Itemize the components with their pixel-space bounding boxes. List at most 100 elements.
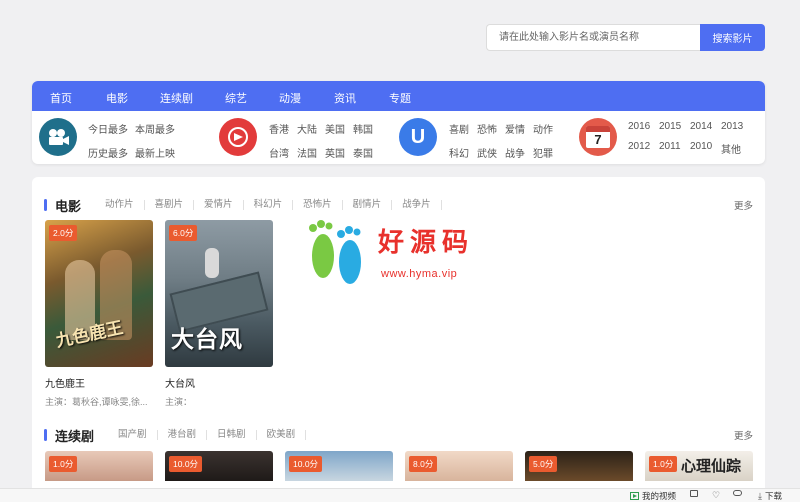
screenshot-icon	[690, 490, 698, 497]
section-tab[interactable]: 科幻片	[244, 200, 294, 210]
nav-variety[interactable]: 综艺	[225, 90, 247, 106]
cat-link[interactable]: 犯罪	[533, 145, 561, 160]
section-tab[interactable]: 港台剧	[158, 430, 208, 440]
search-button[interactable]: 搜索影片	[700, 24, 765, 51]
cat-link[interactable]: 2014	[690, 121, 721, 132]
cat-link[interactable]: 2016	[628, 121, 659, 132]
my-video-label: 我的视频	[642, 491, 677, 501]
score-badge: 8.0分	[409, 456, 438, 472]
score-badge: 2.0分	[49, 225, 78, 241]
browser-bottom-bar: 我的视频 ♡ ⤓ 下载	[0, 488, 800, 502]
gamepad-icon	[733, 490, 742, 496]
calendar-day: 7	[594, 132, 602, 147]
score-badge: 10.0分	[289, 456, 323, 472]
cat-link[interactable]: 2010	[690, 141, 721, 156]
nav-home[interactable]: 首页	[50, 90, 72, 106]
section-tab[interactable]: 日韩剧	[207, 430, 257, 440]
cat-link[interactable]: 2013	[721, 121, 752, 132]
series-poster[interactable]: 1.0分	[45, 451, 153, 481]
movie-poster[interactable]: 九色鹿王 2.0分	[45, 220, 153, 367]
cat-link[interactable]: 武侠	[477, 145, 505, 160]
cat-group-genre: 喜剧 恐怖 爱情 动作 科幻 武侠 战争 犯罪	[449, 121, 561, 160]
cat-group-year: 2016 2015 2014 2013 2012 2011 2010 其他	[628, 121, 752, 156]
section-tab[interactable]: 剧情片	[343, 200, 393, 210]
nav-topics[interactable]: 专题	[389, 90, 411, 106]
section-tab[interactable]: 欧美剧	[257, 430, 307, 440]
cat-link[interactable]: 香港	[269, 121, 297, 136]
section-tab[interactable]: 动作片	[95, 200, 145, 210]
cat-link[interactable]: 其他	[721, 141, 752, 156]
film-camera-icon	[39, 118, 77, 156]
cat-link[interactable]: 历史最多	[88, 145, 135, 160]
u-letter-icon: U	[399, 118, 437, 156]
download-button[interactable]: ⤓ 下载	[758, 490, 782, 502]
cat-link[interactable]: 战争	[505, 145, 533, 160]
download-icon: ⤓	[758, 491, 762, 501]
cat-link[interactable]: 科幻	[449, 145, 477, 160]
cat-link[interactable]: 2011	[659, 141, 690, 156]
main-nav: 首页 电影 连续剧 综艺 动漫 资讯 专题	[32, 81, 765, 111]
poster-title: 大台风	[171, 326, 243, 352]
cat-link[interactable]: 英国	[325, 145, 353, 160]
movie-poster[interactable]: 大台风 6.0分	[165, 220, 273, 367]
cat-link[interactable]: 大陆	[297, 121, 325, 136]
category-strip: 今日最多 本周最多 历史最多 最新上映 香港 大陆 美国 韩国 台湾 法国 英国…	[32, 111, 765, 164]
cat-link[interactable]: 爱情	[505, 121, 533, 136]
more-link[interactable]: 更多	[734, 428, 753, 442]
score-badge: 6.0分	[169, 225, 198, 241]
movie-title[interactable]: 大台风	[165, 375, 273, 390]
cat-link[interactable]: 最新上映	[135, 145, 182, 160]
movie-title[interactable]: 九色鹿王	[45, 375, 153, 390]
play-icon	[219, 118, 257, 156]
section-tab[interactable]: 爱情片	[194, 200, 244, 210]
section-tab[interactable]: 战争片	[392, 200, 442, 210]
nav-container: 首页 电影 连续剧 综艺 动漫 资讯 专题 今日最多 本周最多 历史最多 最新上…	[32, 81, 765, 164]
calendar-icon: 7	[579, 118, 617, 156]
section-tab[interactable]: 恐怖片	[293, 200, 343, 210]
nav-anime[interactable]: 动漫	[279, 90, 301, 106]
series-section-header: 连续剧 国产剧 港台剧 日韩剧 欧美剧 更多	[44, 425, 753, 445]
poster-title: 九色鹿王	[54, 318, 125, 352]
section-title: 连续剧	[55, 428, 95, 444]
game-button[interactable]	[733, 490, 742, 496]
cat-link[interactable]: 喜剧	[449, 121, 477, 136]
series-poster[interactable]: 10.0分	[285, 451, 393, 481]
poster-title: 心理仙踪	[681, 457, 742, 475]
series-poster[interactable]: 8.0分	[405, 451, 513, 481]
nav-news[interactable]: 资讯	[334, 90, 356, 106]
cat-link[interactable]: 美国	[325, 121, 353, 136]
score-badge: 1.0分	[49, 456, 78, 472]
cat-link[interactable]: 2015	[659, 121, 690, 132]
section-tab[interactable]: 喜剧片	[145, 200, 195, 210]
nav-series[interactable]: 连续剧	[160, 90, 193, 106]
cat-link[interactable]: 2012	[628, 141, 659, 156]
section-tab[interactable]: 国产剧	[108, 430, 158, 440]
section-marker	[44, 429, 47, 441]
cat-link[interactable]: 本周最多	[135, 121, 182, 136]
cat-group-region: 香港 大陆 美国 韩国 台湾 法国 英国 泰国	[269, 121, 381, 160]
screenshot-button[interactable]	[690, 490, 698, 497]
cat-link[interactable]: 动作	[533, 121, 561, 136]
movie-card[interactable]: 大台风 6.0分 大台风 主演：	[165, 220, 273, 408]
section-title: 电影	[55, 198, 82, 214]
my-video-button[interactable]: 我的视频	[630, 490, 676, 502]
footprints-logo	[309, 220, 361, 284]
more-link[interactable]: 更多	[734, 198, 753, 212]
series-poster[interactable]: 5.0分	[525, 451, 633, 481]
search-input[interactable]	[486, 24, 700, 51]
video-play-icon	[630, 492, 639, 500]
nav-movies[interactable]: 电影	[106, 90, 128, 106]
series-poster[interactable]: 10.0分	[165, 451, 273, 481]
cat-link[interactable]: 台湾	[269, 145, 297, 160]
cat-link[interactable]: 泰国	[353, 145, 381, 160]
score-badge: 1.0分	[649, 456, 678, 472]
download-label: 下载	[764, 491, 782, 501]
cat-link[interactable]: 韩国	[353, 121, 381, 136]
cat-link[interactable]: 今日最多	[88, 121, 135, 136]
cat-link[interactable]: 恐怖	[477, 121, 505, 136]
favorite-button[interactable]: ♡	[712, 490, 720, 500]
cat-link[interactable]: 法国	[297, 145, 325, 160]
series-poster[interactable]: 1.0分 心理仙踪	[645, 451, 753, 481]
score-badge: 5.0分	[529, 456, 558, 472]
movie-card[interactable]: 九色鹿王 2.0分 九色鹿王 主演：葛秋谷,谭咏雯,徐...	[45, 220, 153, 408]
